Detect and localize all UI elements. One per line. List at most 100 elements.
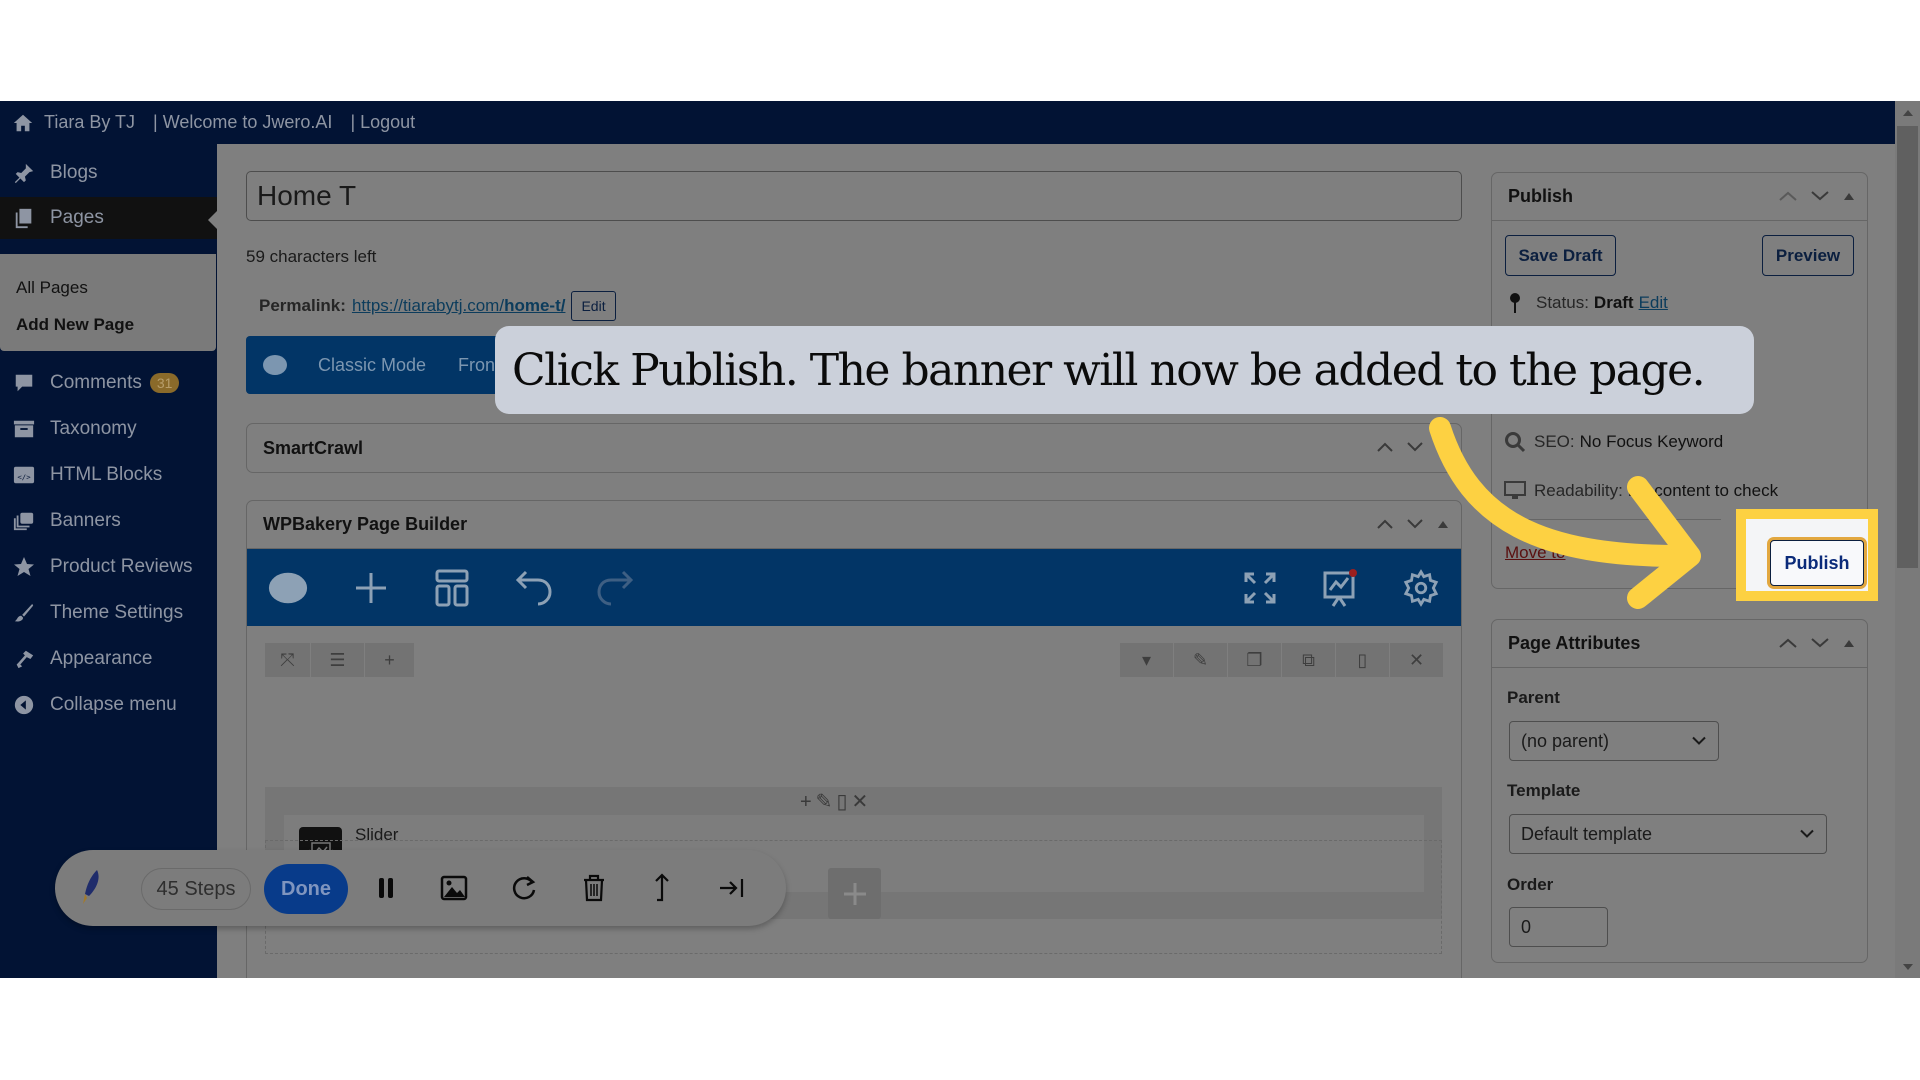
site-name-link[interactable]: Tiara By TJ — [44, 112, 135, 133]
permalink-edit-button[interactable]: Edit — [571, 291, 616, 321]
sidebar-item-appearance[interactable]: Appearance — [0, 636, 217, 682]
page-attributes-title: Page Attributes — [1508, 633, 1641, 653]
logout-link[interactable]: | Logout — [350, 112, 415, 133]
publish-button[interactable]: Publish — [1770, 540, 1864, 586]
sidebar-item-product-reviews[interactable]: Product Reviews — [0, 544, 217, 590]
banners-icon — [12, 509, 36, 533]
row-toggle-icon[interactable]: ▾ — [1120, 643, 1174, 677]
seo-value: No Focus Keyword — [1579, 432, 1724, 451]
home-icon[interactable] — [12, 112, 34, 134]
order-label: Order — [1507, 875, 1554, 894]
smartcrawl-title: SmartCrawl — [263, 437, 364, 458]
move-down-icon[interactable] — [1811, 635, 1829, 653]
sidebar-item-label: Collapse menu — [50, 694, 177, 715]
sidebar-item-comments[interactable]: Comments 31 — [0, 360, 217, 406]
submenu-add-new-page[interactable]: Add New Page — [16, 315, 134, 335]
add-element-icon[interactable] — [350, 567, 392, 609]
wpbakery-header[interactable]: WPBakery Page Builder — [247, 501, 1461, 549]
wpbakery-logo-icon[interactable] — [267, 567, 309, 609]
toggle-panel-icon[interactable] — [1843, 188, 1855, 206]
status-value: Draft — [1593, 293, 1634, 312]
sidebar-item-pages[interactable]: Pages — [0, 197, 217, 239]
settings-gear-icon[interactable] — [1400, 567, 1442, 609]
status-label: Status: — [1536, 293, 1589, 312]
row-copy-icon[interactable]: ⧉ — [1282, 643, 1336, 677]
redo-step-icon[interactable] — [507, 870, 541, 906]
preview-button[interactable]: Preview — [1762, 235, 1854, 276]
sidebar-item-theme-settings[interactable]: Theme Settings — [0, 590, 217, 636]
column-controls[interactable]: +✎▯✕ — [800, 789, 872, 814]
save-draft-button[interactable]: Save Draft — [1505, 235, 1616, 276]
readability-label: Readability: — [1534, 481, 1623, 500]
seo-analytics-icon[interactable] — [1319, 567, 1361, 609]
pause-icon[interactable] — [369, 870, 403, 906]
scrollbar-thumb[interactable] — [1897, 126, 1918, 568]
sidebar-item-label: Blogs — [50, 162, 98, 183]
publish-highlight-inner: Publish — [1746, 519, 1868, 591]
move-up-icon[interactable] — [1779, 635, 1797, 653]
row-delete-icon[interactable]: ✕ — [1390, 643, 1444, 677]
template-label: Template — [1507, 781, 1581, 800]
row-add-column-icon[interactable]: + — [365, 643, 415, 677]
status-row: Status: Draft Edit — [1508, 292, 1668, 314]
readability-row: Readability: No content to check — [1504, 481, 1778, 501]
move-down-icon[interactable] — [1811, 188, 1829, 206]
classic-mode-button[interactable]: Classic Mode — [318, 355, 426, 376]
sidebar-item-collapse-menu[interactable]: Collapse menu — [0, 682, 217, 728]
template-select[interactable]: Default template — [1509, 814, 1827, 854]
sidebar-item-html-blocks[interactable]: </> HTML Blocks — [0, 452, 217, 498]
publish-panel-header[interactable]: Publish — [1492, 173, 1867, 221]
code-block-icon: </> — [12, 463, 36, 487]
trash-icon[interactable] — [577, 870, 611, 906]
move-up-icon[interactable] — [1779, 188, 1797, 206]
skip-to-end-icon[interactable] — [715, 870, 749, 906]
seo-row: SEO: No Focus Keyword — [1504, 431, 1723, 453]
chevron-down-icon — [1692, 736, 1706, 745]
move-up-icon[interactable] — [1377, 439, 1393, 457]
done-button[interactable]: Done — [264, 864, 348, 914]
move-up-icon[interactable] — [1377, 516, 1393, 534]
templates-icon[interactable] — [431, 567, 473, 609]
monitor-icon — [1504, 481, 1526, 499]
welcome-text: | Welcome to Jwero.AI — [153, 112, 333, 132]
move-down-icon[interactable] — [1407, 516, 1423, 534]
frontend-editor-button[interactable]: Fron — [458, 355, 495, 376]
permalink-link[interactable]: https://tiarabytj.com/home-t/ — [352, 296, 566, 316]
undo-icon[interactable] — [513, 567, 555, 609]
row-clone-icon[interactable]: ❐ — [1228, 643, 1282, 677]
order-input[interactable]: 0 — [1509, 907, 1608, 947]
page-title-input[interactable]: Home T — [246, 171, 1462, 221]
redo-icon[interactable] — [594, 567, 636, 609]
chevron-down-icon — [1800, 829, 1814, 838]
add-row-button[interactable] — [828, 868, 881, 919]
row-paste-icon[interactable]: ▯ — [1336, 643, 1390, 677]
move-to-trash-link[interactable]: Move to — [1505, 543, 1565, 563]
row-layout-icon[interactable]: ☰ — [311, 643, 365, 677]
editor-mode-bar: Classic Mode Fron — [246, 336, 506, 394]
toggle-panel-icon[interactable] — [1843, 635, 1855, 653]
sidebar-item-taxonomy[interactable]: Taxonomy — [0, 406, 217, 452]
status-edit-link[interactable]: Edit — [1639, 293, 1668, 313]
page-attributes-header[interactable]: Page Attributes — [1492, 620, 1867, 668]
star-icon — [12, 555, 36, 579]
upload-arrow-icon[interactable] — [645, 870, 679, 906]
parent-select[interactable]: (no parent) — [1509, 721, 1719, 761]
scroll-up-icon[interactable] — [1902, 109, 1914, 117]
toggle-panel-icon[interactable] — [1437, 516, 1449, 534]
move-down-icon[interactable] — [1407, 439, 1423, 457]
row-drag-icon[interactable]: ⤧ — [265, 643, 311, 677]
sidebar-item-label: Pages — [50, 207, 104, 228]
sidebar-item-banners[interactable]: Banners — [0, 498, 217, 544]
sidebar-item-blogs[interactable]: Blogs — [0, 150, 217, 196]
readability-value: No content to check — [1627, 481, 1779, 500]
page-scrollbar[interactable] — [1895, 101, 1920, 978]
submenu-all-pages[interactable]: All Pages — [16, 278, 88, 298]
row-edit-icon[interactable]: ✎ — [1174, 643, 1228, 677]
smartcrawl-header[interactable]: SmartCrawl — [247, 424, 1461, 472]
image-icon[interactable] — [437, 870, 471, 906]
publish-highlight: Publish — [1736, 509, 1878, 601]
fullscreen-icon[interactable] — [1239, 567, 1281, 609]
template-select-value: Default template — [1521, 823, 1653, 844]
scroll-down-icon[interactable] — [1902, 963, 1914, 971]
permalink-label: Permalink: — [259, 296, 346, 315]
